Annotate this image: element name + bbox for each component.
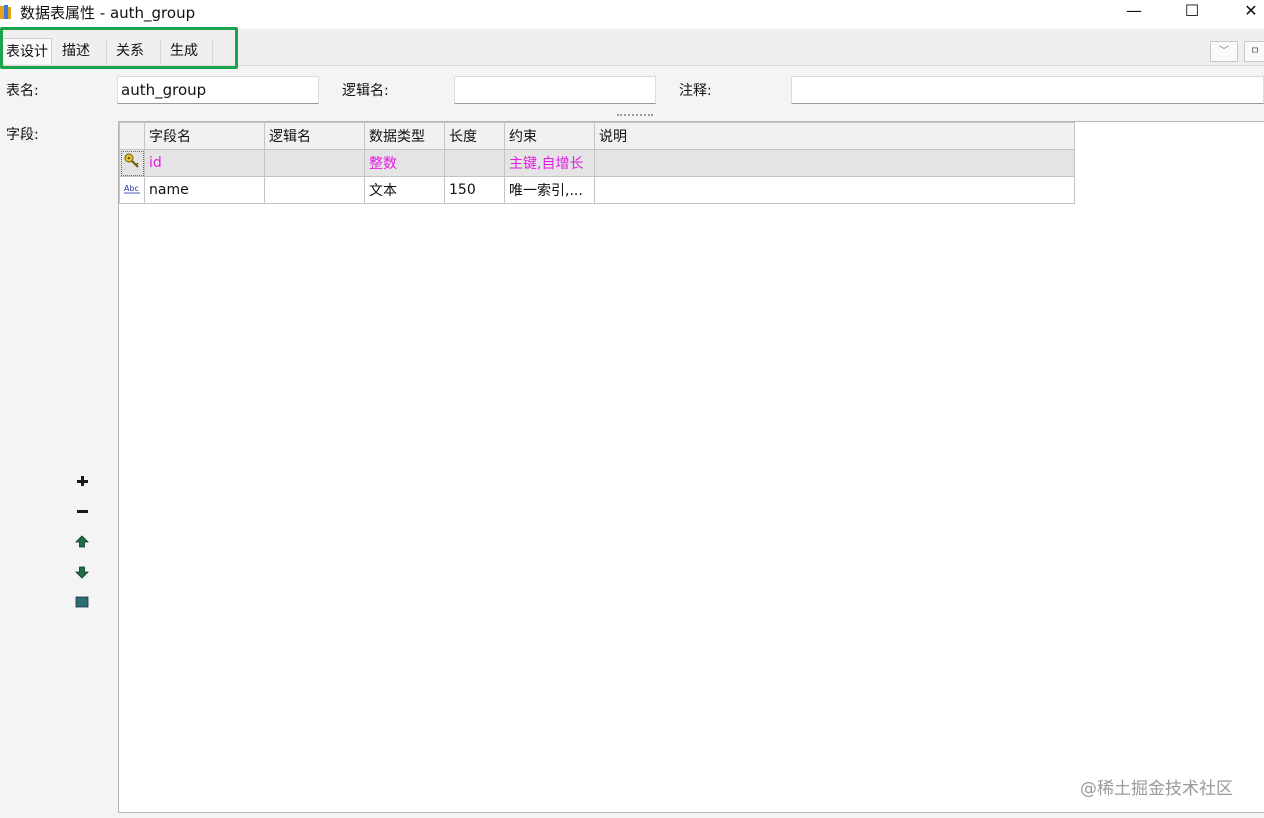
cell-logical-name[interactable] xyxy=(264,176,365,204)
cell-constraint[interactable]: 主键,自增长 xyxy=(504,149,595,177)
cell-constraint[interactable]: 唯一索引,... xyxy=(504,176,595,204)
text-type-icon: Abc xyxy=(124,184,140,194)
table-name-input[interactable] xyxy=(117,76,319,104)
splitter-grip[interactable] xyxy=(617,114,653,116)
comment-input[interactable] xyxy=(791,76,1264,104)
column-header[interactable]: 数据类型 xyxy=(364,122,445,150)
cell-data-type[interactable]: 文本 xyxy=(364,176,445,204)
column-header[interactable]: 长度 xyxy=(444,122,505,150)
tabs-highlight-box xyxy=(0,27,238,69)
fields-label: 字段: xyxy=(6,127,39,143)
remove-field-icon[interactable] xyxy=(72,501,92,521)
row-indicator[interactable] xyxy=(119,149,145,177)
watermark: @稀土掘金技术社区 xyxy=(1080,779,1233,799)
title-bar: 数据表属性 - auth_group — ☐ ✕ xyxy=(0,0,1264,28)
cell-description[interactable] xyxy=(594,176,1075,204)
table-row[interactable]: Abc name 文本 150 唯一索引,... xyxy=(119,176,1075,204)
logical-name-input[interactable] xyxy=(454,76,656,104)
cell-length[interactable] xyxy=(444,149,505,177)
move-down-icon[interactable] xyxy=(72,562,92,582)
app-icon xyxy=(0,5,11,19)
table-header-row: 字段名 逻辑名 数据类型 长度 约束 说明 xyxy=(119,122,1075,150)
logical-name-label: 逻辑名: xyxy=(342,83,389,99)
close-button[interactable]: ✕ xyxy=(1231,0,1264,24)
row-indicator[interactable]: Abc xyxy=(119,176,145,204)
chevron-down-icon[interactable]: ﹀ xyxy=(1210,41,1238,62)
move-up-icon[interactable] xyxy=(72,532,92,552)
fields-table: 字段名 逻辑名 数据类型 长度 约束 说明 id 整数 主键,自增长 Abc n… xyxy=(119,122,1075,204)
window-title: 数据表属性 - auth_group xyxy=(20,4,196,22)
add-field-icon[interactable] xyxy=(72,471,92,491)
column-header[interactable]: 逻辑名 xyxy=(264,122,365,150)
table-name-label: 表名: xyxy=(6,83,39,99)
cell-length[interactable]: 150 xyxy=(444,176,505,204)
cell-field-name[interactable]: id xyxy=(144,149,265,177)
cell-field-name[interactable]: name xyxy=(144,176,265,204)
cell-logical-name[interactable] xyxy=(264,149,365,177)
pin-icon[interactable]: ㅁ xyxy=(1244,41,1264,62)
maximize-button[interactable]: ☐ xyxy=(1172,0,1212,24)
cell-data-type[interactable]: 整数 xyxy=(364,149,445,177)
minimize-button[interactable]: — xyxy=(1114,0,1154,24)
fields-grid: 字段名 逻辑名 数据类型 长度 约束 说明 id 整数 主键,自增长 Abc n… xyxy=(118,121,1264,813)
table-row[interactable]: id 整数 主键,自增长 xyxy=(119,149,1075,177)
svg-text:Abc: Abc xyxy=(124,184,139,193)
header-indicator xyxy=(119,122,145,150)
column-header[interactable]: 约束 xyxy=(504,122,595,150)
comment-label: 注释: xyxy=(679,83,712,99)
column-header[interactable]: 说明 xyxy=(594,122,1075,150)
cell-description[interactable] xyxy=(594,149,1075,177)
table-icon[interactable] xyxy=(72,592,92,612)
column-header[interactable]: 字段名 xyxy=(144,122,265,150)
key-icon xyxy=(124,153,139,168)
